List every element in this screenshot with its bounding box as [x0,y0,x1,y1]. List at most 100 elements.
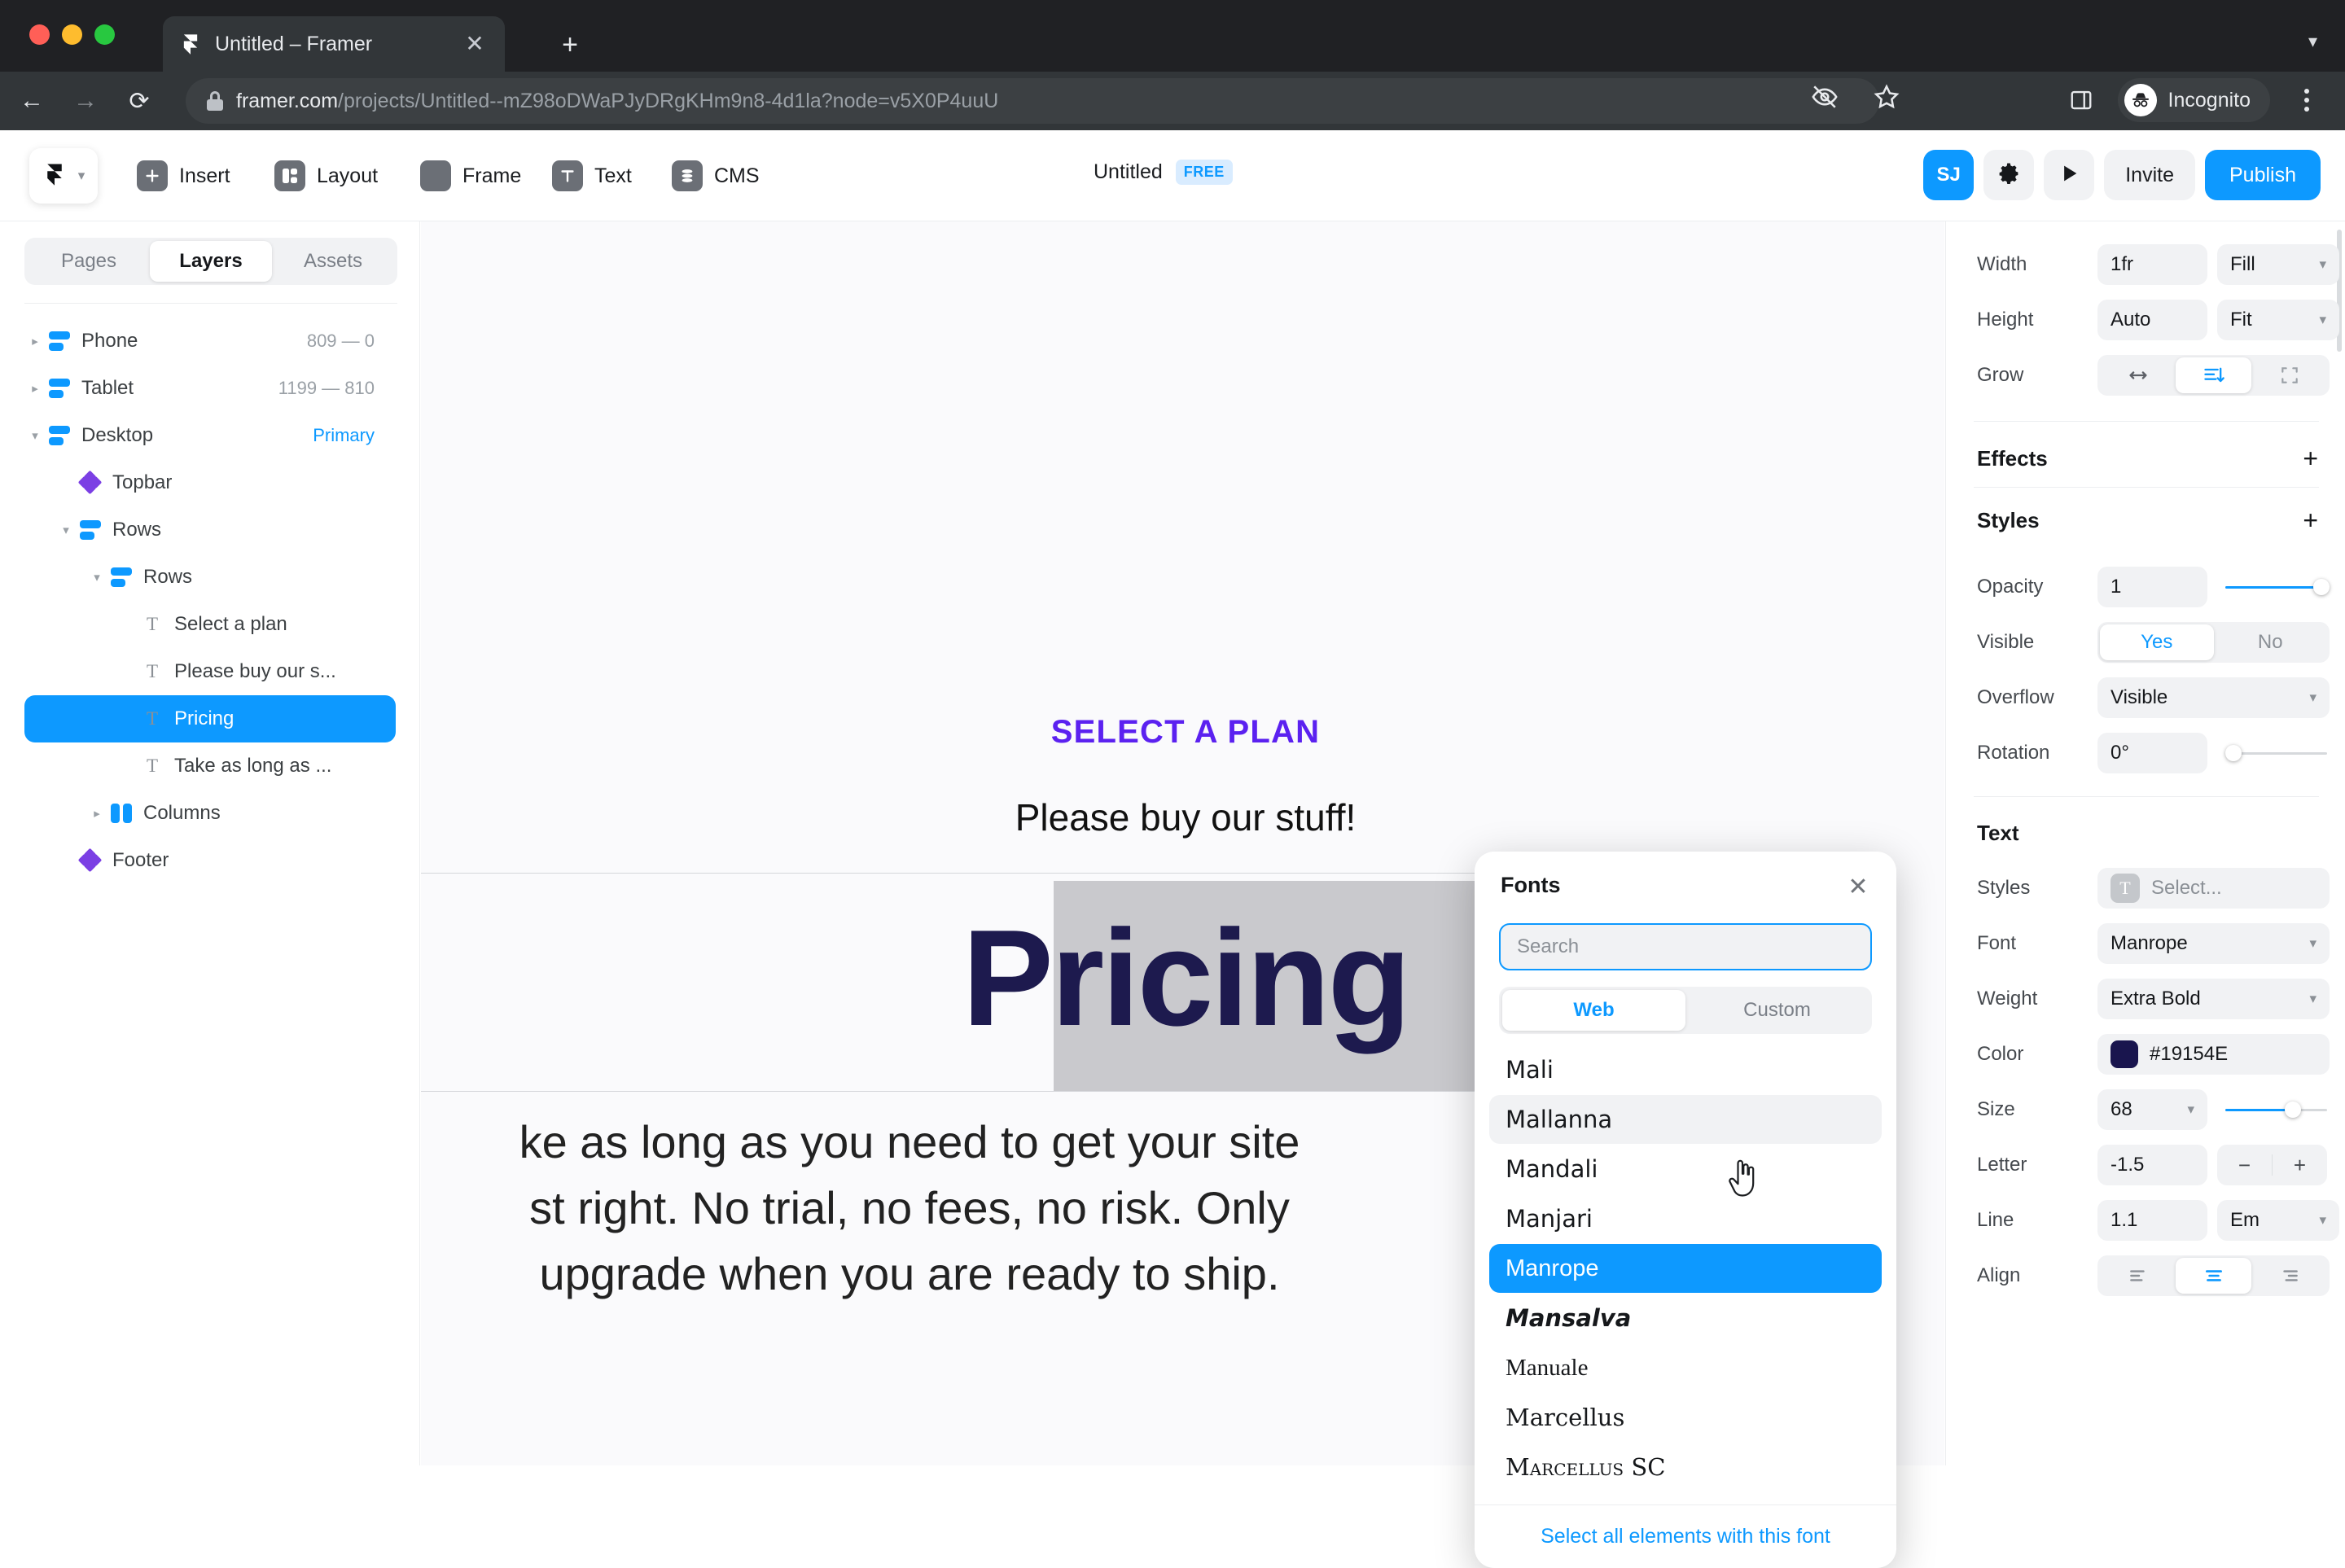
grow-horizontal-icon[interactable] [2100,357,2176,393]
kebab-menu-icon[interactable] [2288,81,2325,119]
font-dropdown[interactable]: Manrope ▾ [2097,923,2330,964]
close-icon[interactable]: ✕ [461,33,489,55]
chevron-down-icon[interactable]: ▾ [55,523,77,537]
opacity-value-field[interactable]: 1 [2097,567,2207,607]
size-value-field[interactable]: 68 ▾ [2097,1089,2207,1130]
eye-off-icon[interactable] [1806,78,1843,116]
layer-row[interactable]: ▾ Rows [24,554,396,601]
font-list-item[interactable]: Manjari [1489,1194,1882,1243]
line-unit-dropdown[interactable]: Em ▾ [2217,1200,2339,1241]
letter-increase-button[interactable]: + [2273,1153,2327,1178]
font-list-item[interactable]: Marcellus [1489,1393,1882,1442]
weight-dropdown[interactable]: Extra Bold ▾ [2097,979,2330,1019]
tab-assets[interactable]: Assets [272,241,394,282]
visible-no-option[interactable]: No [2214,624,2328,660]
align-center-icon[interactable] [2176,1258,2251,1294]
toolbar-item-insert[interactable]: Insert [137,155,230,197]
line-value-field[interactable]: 1.1 [2097,1200,2207,1241]
toolbar-item-cms[interactable]: CMS [672,155,760,197]
layer-row[interactable]: T Pricing [24,695,396,742]
layer-meta: 809 — 0 [306,331,375,351]
chevron-right-icon[interactable]: ▸ [24,334,46,348]
layer-row[interactable]: ▸ Tablet 1199 — 810 [24,365,396,412]
font-list-item[interactable]: Mansalva [1489,1294,1882,1342]
canvas-body-text[interactable]: ke as long as you need to get your site s… [421,1109,1602,1307]
overflow-dropdown[interactable]: Visible ▾ [2097,677,2330,718]
chevron-down-icon[interactable]: ▾ [24,428,46,443]
chevron-right-icon[interactable]: ▸ [24,381,46,396]
chevron-down-icon[interactable]: ▾ [2308,31,2317,52]
add-effect-button[interactable]: + [2303,445,2318,471]
font-list-item[interactable]: Mandali [1489,1145,1882,1194]
grow-both-icon[interactable] [2251,357,2327,393]
font-search-input[interactable] [1499,923,1872,970]
publish-button[interactable]: Publish [2205,150,2321,200]
minimize-window-button[interactable] [62,24,82,45]
canvas-subtitle-text[interactable]: Please buy our stuff! [742,795,1629,839]
letter-decrease-button[interactable]: − [2217,1153,2272,1178]
letter-value-field[interactable]: -1.5 [2097,1145,2207,1185]
font-list-item[interactable]: Mallanna [1489,1095,1882,1144]
maximize-window-button[interactable] [94,24,115,45]
height-mode-dropdown[interactable]: Fit ▾ [2217,300,2339,340]
close-icon[interactable]: ✕ [1841,869,1875,904]
close-window-button[interactable] [29,24,50,45]
tab-custom[interactable]: Custom [1685,990,1869,1031]
layer-row[interactable]: T Please buy our s... [24,648,396,695]
canvas-eyebrow-text[interactable]: SELECT A PLAN [742,714,1629,751]
width-value-field[interactable]: 1fr [2097,244,2207,285]
rotation-value-field[interactable]: 0° [2097,733,2207,773]
layer-row[interactable]: Footer [24,837,396,884]
component-icon [77,848,103,873]
width-mode-dropdown[interactable]: Fill ▾ [2217,244,2339,285]
new-tab-button[interactable]: + [554,29,586,62]
rotation-slider[interactable] [2225,733,2327,773]
add-style-button[interactable]: + [2303,507,2318,533]
layer-row[interactable]: ▸ Columns [24,790,396,837]
chevron-down-icon[interactable]: ▾ [86,570,107,585]
color-swatch[interactable] [2110,1040,2138,1068]
star-icon[interactable] [1868,78,1905,116]
layer-row[interactable]: ▸ Phone 809 — 0 [24,318,396,365]
tab-pages[interactable]: Pages [28,241,150,282]
forward-arrow-icon[interactable]: → [64,79,107,123]
opacity-slider[interactable] [2225,567,2330,607]
color-field[interactable]: #19154E [2097,1034,2330,1075]
font-list[interactable]: Mali Mallanna Mandali Manjari Manrope Mansalv… [1489,1045,1882,1503]
toolbar-item-text[interactable]: Text [552,155,632,197]
avatar[interactable]: SJ [1923,150,1975,200]
grow-vertical-icon[interactable] [2176,357,2251,393]
align-right-icon[interactable] [2251,1258,2327,1294]
layer-row[interactable]: ▾ Desktop Primary [24,412,396,459]
font-list-item[interactable]: Mali [1489,1045,1882,1094]
layer-row[interactable]: Topbar [24,459,396,506]
reload-icon[interactable]: ⟳ [117,79,161,123]
incognito-profile-button[interactable]: Incognito [2117,78,2270,122]
back-arrow-icon[interactable]: ← [10,79,54,123]
address-bar[interactable]: framer.com /projects/Untitled--mZ98oDWaP… [186,78,1879,124]
layer-row[interactable]: T Select a plan [24,601,396,648]
invite-button[interactable]: Invite [2104,150,2195,200]
align-left-icon[interactable] [2100,1258,2176,1294]
layer-row[interactable]: T Take as long as ... [24,742,396,790]
document-title-group[interactable]: Untitled FREE [1094,160,1233,185]
chevron-right-icon[interactable]: ▸ [86,806,107,821]
height-value-field[interactable]: Auto [2097,300,2207,340]
browser-tab[interactable]: Untitled – Framer ✕ [163,16,505,72]
font-list-item[interactable]: Manrope [1489,1244,1882,1293]
text-styles-select[interactable]: T Select... [2097,868,2330,909]
toolbar-item-layout[interactable]: Layout [274,155,378,197]
select-all-elements-with-font-link[interactable]: Select all elements with this font [1541,1525,1830,1548]
tab-layers[interactable]: Layers [150,241,272,282]
settings-button[interactable] [1983,150,2035,200]
visible-yes-option[interactable]: Yes [2100,624,2214,660]
side-panel-icon[interactable] [2062,81,2100,119]
toolbar-item-frame[interactable]: Frame [420,155,521,197]
layer-row[interactable]: ▾ Rows [24,506,396,554]
tab-web[interactable]: Web [1502,990,1685,1031]
framer-logo-button[interactable]: ▾ [29,148,98,204]
font-list-item[interactable]: Manuale [1489,1343,1882,1392]
preview-button[interactable] [2044,150,2095,200]
size-slider[interactable] [2225,1089,2327,1130]
font-list-item[interactable]: Marcellus SC [1489,1443,1882,1491]
